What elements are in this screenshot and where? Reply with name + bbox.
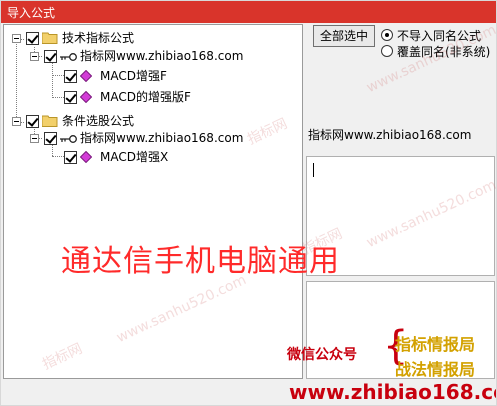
- formula-label: MACD增强X: [100, 150, 169, 164]
- tree-line: [52, 75, 64, 76]
- category-label: 技术指标公式: [62, 31, 135, 45]
- brand-name-2: 战法情报局: [395, 360, 476, 379]
- source-checkbox[interactable]: [44, 50, 57, 63]
- source-label: 指标网www.zhibiao168.com: [80, 49, 244, 63]
- formula-label: MACD的增强版F: [100, 90, 191, 104]
- collapse-toggle[interactable]: [12, 117, 21, 126]
- headline-overlay: 通达信手机电脑通用: [61, 244, 340, 279]
- brand-name-1: 指标情报局: [395, 335, 476, 354]
- formula-icon: [80, 151, 92, 163]
- formula-icon: [80, 91, 92, 103]
- tree-line: [52, 156, 64, 157]
- title-bar: 导入公式: [1, 1, 496, 23]
- category-label: 条件选股公式: [62, 114, 135, 128]
- collapse-toggle[interactable]: [30, 134, 39, 143]
- formula-checkbox[interactable]: [64, 151, 77, 164]
- tree-line: [52, 144, 53, 156]
- radio-skip-duplicates-label: 不导入同名公式: [397, 29, 482, 43]
- collapse-toggle[interactable]: [30, 52, 39, 61]
- window-title: 导入公式: [7, 6, 56, 20]
- tree-line: [52, 97, 64, 98]
- wechat-label: 微信公众号: [287, 347, 357, 363]
- tree-line: [52, 62, 53, 98]
- import-formula-dialog: 导入公式 技术指标公式 指标网www.zhibiao168.com MACD增强…: [0, 0, 497, 406]
- radio-overwrite-label: 覆盖同名(非系统): [397, 45, 491, 59]
- radio-overwrite[interactable]: [381, 45, 393, 57]
- site-url-overlay: www.zhibiao168.com: [289, 380, 496, 404]
- tree-line: [16, 39, 17, 123]
- formula-label: MACD增强F: [100, 69, 167, 83]
- category-checkbox[interactable]: [26, 115, 39, 128]
- source-label: 指标网www.zhibiao168.com: [80, 131, 244, 145]
- formula-checkbox[interactable]: [64, 91, 77, 104]
- folder-icon: [42, 115, 58, 127]
- selected-source-label: 指标网www.zhibiao168.com: [308, 128, 472, 142]
- formula-tree[interactable]: 技术指标公式 指标网www.zhibiao168.com MACD增强F MAC…: [3, 24, 303, 379]
- source-checkbox[interactable]: [44, 132, 57, 145]
- category-checkbox[interactable]: [26, 32, 39, 45]
- key-icon: [60, 135, 77, 143]
- text-cursor: [313, 163, 314, 177]
- folder-icon: [42, 32, 58, 44]
- key-icon: [60, 53, 77, 61]
- select-all-button[interactable]: 全部选中: [313, 25, 375, 47]
- collapse-toggle[interactable]: [12, 34, 21, 43]
- formula-icon: [80, 70, 92, 82]
- formula-checkbox[interactable]: [64, 70, 77, 83]
- radio-skip-duplicates[interactable]: [381, 29, 393, 41]
